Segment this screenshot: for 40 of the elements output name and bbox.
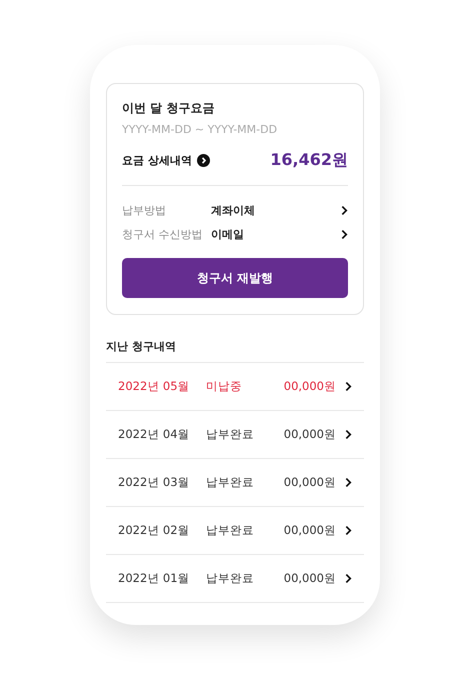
history-row[interactable]: 2022년 03월 납부완료 00,000원 — [106, 459, 364, 507]
setting-label: 청구서 수신방법 — [122, 226, 204, 242]
history-row[interactable]: 2022년 01월 납부완료 00,000원 — [106, 555, 364, 603]
payment-status: 납부완료 — [206, 523, 255, 538]
payment-status: 미납중 — [206, 379, 243, 394]
month-label: 2022년 05월 — [118, 379, 191, 394]
row-amount: 00,000원 — [284, 475, 336, 490]
setting-value: 이메일 — [211, 226, 245, 242]
card-title: 이번 달 청구요금 — [122, 100, 216, 117]
chevron-right-icon — [341, 228, 348, 240]
month-label: 2022년 03월 — [118, 475, 191, 490]
setting-value: 계좌이체 — [211, 202, 256, 218]
month-label: 2022년 04월 — [118, 427, 191, 442]
month-label: 2022년 01월 — [118, 571, 191, 586]
row-amount: 00,000원 — [284, 427, 336, 442]
chevron-right-icon — [345, 381, 352, 392]
history-row[interactable]: 2022년 04월 납부완료 00,000원 — [106, 411, 364, 459]
payment-status: 납부완료 — [206, 571, 255, 586]
chevron-right-icon — [345, 525, 352, 536]
arrow-circle-icon — [196, 154, 210, 167]
billing-period: YYYY-MM-DD ~ YYYY-MM-DD — [122, 123, 278, 136]
setting-row[interactable]: 납부방법 계좌이체 — [122, 198, 348, 222]
row-amount: 00,000원 — [284, 379, 336, 394]
chevron-right-icon — [345, 573, 352, 584]
setting-label: 납부방법 — [122, 202, 167, 218]
month-label: 2022년 02월 — [118, 523, 191, 538]
row-amount: 00,000원 — [284, 571, 336, 586]
payment-status: 납부완료 — [206, 427, 255, 442]
history-row[interactable]: 2022년 02월 납부완료 00,000원 — [106, 507, 364, 555]
bill-amount: 16,462원 — [270, 150, 348, 171]
history-row[interactable]: 2022년 05월 미납중 00,000원 — [106, 363, 364, 411]
payment-status: 납부완료 — [206, 475, 255, 490]
setting-row[interactable]: 청구서 수신방법 이메일 — [122, 222, 348, 246]
row-amount: 00,000원 — [284, 523, 336, 538]
chevron-right-icon — [345, 477, 352, 488]
detail-link[interactable]: 요금 상세내역 — [122, 153, 210, 168]
chevron-right-icon — [345, 429, 352, 440]
chevron-right-icon — [341, 204, 348, 216]
reissue-button[interactable]: 청구서 재발행 — [122, 258, 348, 298]
section-title: 지난 청구내역 — [106, 339, 177, 354]
